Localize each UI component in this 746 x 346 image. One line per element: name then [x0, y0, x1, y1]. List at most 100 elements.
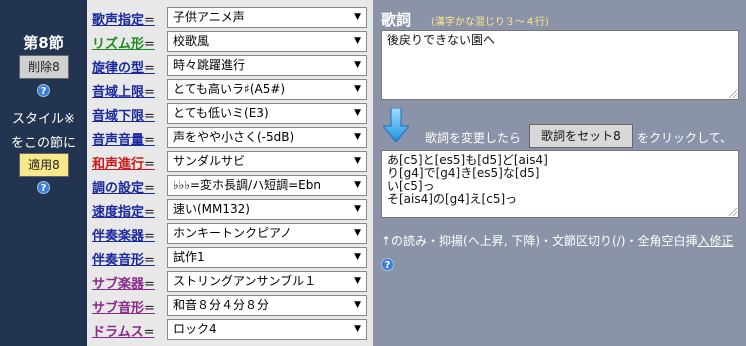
setting-label-text: ドラムス	[92, 325, 144, 340]
setting-label-text: 速度指定	[92, 205, 145, 220]
style-note: スタイル※ をこの節に	[0, 108, 87, 156]
setting-label[interactable]: 伴奏音形=	[92, 249, 155, 268]
dropdown-arrow-icon[interactable]: ▼	[354, 56, 361, 75]
dropdown-arrow-icon[interactable]: ▼	[354, 176, 361, 195]
setting-select[interactable]: 時々跳躍進行 ▼	[167, 55, 367, 76]
setting-row: 伴奏楽器= ホンキートンクピアノ ▼	[87, 222, 373, 246]
dropdown-arrow-icon[interactable]: ▼	[354, 320, 361, 339]
setting-label-text: 調の設定	[92, 181, 145, 196]
lyrics-panel: 歌詞 (漢字かな混じり３～４行) 後戻りできない園へ 歌詞を変更したら 歌詞をセ…	[373, 0, 746, 346]
setting-select[interactable]: ストリングアンサンブル１ ▼	[167, 271, 367, 292]
section-title: 第8節	[23, 34, 64, 52]
down-arrow-icon	[383, 108, 409, 142]
dropdown-arrow-icon[interactable]: ▼	[354, 296, 361, 315]
setting-select-value: ストリングアンサンブル１	[173, 274, 317, 288]
equals-sign: =	[144, 109, 155, 124]
setting-row: 和声進行= サンダルサビ ▼	[87, 150, 373, 174]
setting-select[interactable]: とても低いミ(E3) ▼	[167, 103, 367, 124]
resize-grip-icon[interactable]	[729, 90, 737, 98]
setting-select-value: 試作1	[173, 250, 205, 264]
setting-select[interactable]: ロック4 ▼	[167, 319, 367, 340]
setting-select[interactable]: 声をやや小さく(-5dB) ▼	[167, 127, 367, 148]
setting-label[interactable]: 和声進行=	[92, 153, 155, 172]
setting-select[interactable]: 和音８分４分８分 ▼	[167, 295, 367, 316]
setting-label-text: 音域下限	[92, 109, 145, 124]
edit-note-text: ↑の読み・抑揚(ヘ上昇, 下降)・文節区切り(/)・全角空白挿	[381, 234, 698, 248]
dropdown-arrow-icon[interactable]: ▼	[354, 200, 361, 219]
equals-sign: =	[144, 181, 155, 196]
setting-select-value: とても低いミ(E3)	[173, 106, 269, 120]
setting-select-value: とても高いラ♯(A5#)	[173, 82, 286, 96]
setting-row: 調の設定= ♭♭♭=変ホ長調/ハ短調=Ebn ▼	[87, 174, 373, 198]
setting-label[interactable]: サブ音形=	[92, 297, 155, 316]
set-lyrics-suffix: をクリックして、	[637, 131, 733, 145]
setting-select[interactable]: 試作1 ▼	[167, 247, 367, 268]
setting-select[interactable]: サンダルサビ ▼	[167, 151, 367, 172]
setting-label-text: サブ楽器	[92, 277, 145, 292]
setting-row: サブ楽器= ストリングアンサンブル１ ▼	[87, 270, 373, 294]
setting-label[interactable]: 調の設定=	[92, 177, 155, 196]
setting-select[interactable]: とても高いラ♯(A5#) ▼	[167, 79, 367, 100]
dropdown-arrow-icon[interactable]: ▼	[354, 152, 361, 171]
setting-select[interactable]: ♭♭♭=変ホ長調/ハ短調=Ebn ▼	[167, 175, 367, 196]
dropdown-arrow-icon[interactable]: ▼	[354, 224, 361, 243]
apply-style-button[interactable]: 適用8	[19, 153, 69, 177]
settings-panel: 歌声指定= 子供アニメ声 ▼ リズム形= 校歌風 ▼ 旋律の型= 時々跳躍進行 ▼ 音域上限= とて…	[87, 0, 373, 346]
delete-section-button[interactable]: 削除8	[19, 55, 69, 79]
resize-grip-icon[interactable]	[729, 208, 737, 216]
equals-sign: =	[144, 301, 155, 316]
equals-sign: =	[144, 157, 155, 172]
equals-sign: =	[144, 277, 155, 292]
setting-select-value: サンダルサビ	[173, 154, 246, 168]
dropdown-arrow-icon[interactable]: ▼	[354, 104, 361, 123]
lyrics-input-text: 後戻りできない園へ	[387, 33, 496, 47]
equals-sign: =	[144, 205, 155, 220]
dropdown-arrow-icon[interactable]: ▼	[354, 248, 361, 267]
setting-label[interactable]: 音声音量=	[92, 129, 155, 148]
setting-select-value: 校歌風	[173, 34, 210, 48]
setting-select[interactable]: 速い(MM132) ▼	[167, 199, 367, 220]
setting-select-value: 和音８分４分８分	[173, 298, 270, 312]
setting-row: 音域下限= とても低いミ(E3) ▼	[87, 102, 373, 126]
setting-select[interactable]: 子供アニメ声 ▼	[167, 7, 367, 28]
setting-select[interactable]: ホンキートンクピアノ ▼	[167, 223, 367, 244]
setting-label-text: 和声進行	[92, 157, 145, 172]
setting-label[interactable]: 音域上限=	[92, 81, 155, 100]
equals-sign: =	[144, 37, 155, 52]
setting-row: 音声音量= 声をやや小さく(-5dB) ▼	[87, 126, 373, 150]
setting-label-text: 歌声指定	[92, 13, 145, 28]
edit-note-link[interactable]: 入修正	[697, 234, 733, 248]
setting-label[interactable]: 歌声指定=	[92, 9, 155, 28]
dropdown-arrow-icon[interactable]: ▼	[354, 80, 361, 99]
setting-row: サブ音形= 和音８分４分８分 ▼	[87, 294, 373, 318]
setting-label[interactable]: 旋律の型=	[92, 57, 155, 76]
reading-text: あ[c5]と[es5]も[d5]ど[ais4] り[g4]で[g4]き[es5]…	[387, 153, 548, 206]
setting-label[interactable]: リズム形=	[92, 33, 155, 52]
setting-select[interactable]: 校歌風 ▼	[167, 31, 367, 52]
lyrics-input[interactable]: 後戻りできない園へ	[381, 30, 739, 100]
dropdown-arrow-icon[interactable]: ▼	[354, 272, 361, 291]
setting-label[interactable]: サブ楽器=	[92, 273, 155, 292]
setting-label[interactable]: 伴奏楽器=	[92, 225, 155, 244]
set-lyrics-prefix: 歌詞を変更したら	[425, 131, 522, 145]
equals-sign: =	[144, 13, 155, 28]
setting-label-text: サブ音形	[92, 301, 145, 316]
dropdown-arrow-icon[interactable]: ▼	[354, 8, 361, 27]
setting-label-text: 音声音量	[92, 133, 145, 148]
set-lyrics-button[interactable]: 歌詞をセット8	[529, 124, 633, 148]
setting-select-value: 声をやや小さく(-5dB)	[173, 130, 295, 144]
help-icon[interactable]: ?	[381, 258, 394, 271]
setting-label[interactable]: 音域下限=	[92, 105, 155, 124]
setting-select-value: 時々跳躍進行	[173, 58, 246, 72]
help-icon[interactable]: ?	[37, 181, 50, 194]
help-icon[interactable]: ?	[37, 84, 50, 97]
setting-select-value: 子供アニメ声	[173, 10, 245, 24]
dropdown-arrow-icon[interactable]: ▼	[354, 32, 361, 51]
setting-label[interactable]: 速度指定=	[92, 201, 155, 220]
dropdown-arrow-icon[interactable]: ▼	[354, 128, 361, 147]
lyrics-subtitle: (漢字かな混じり３～４行)	[431, 17, 549, 28]
reading-textarea[interactable]: あ[c5]と[es5]も[d5]ど[ais4] り[g4]で[g4]き[es5]…	[381, 150, 739, 218]
setting-label-text: 旋律の型	[92, 61, 145, 76]
setting-label[interactable]: ドラムス=	[92, 321, 155, 340]
style-note-line-1: スタイル※	[12, 112, 75, 127]
